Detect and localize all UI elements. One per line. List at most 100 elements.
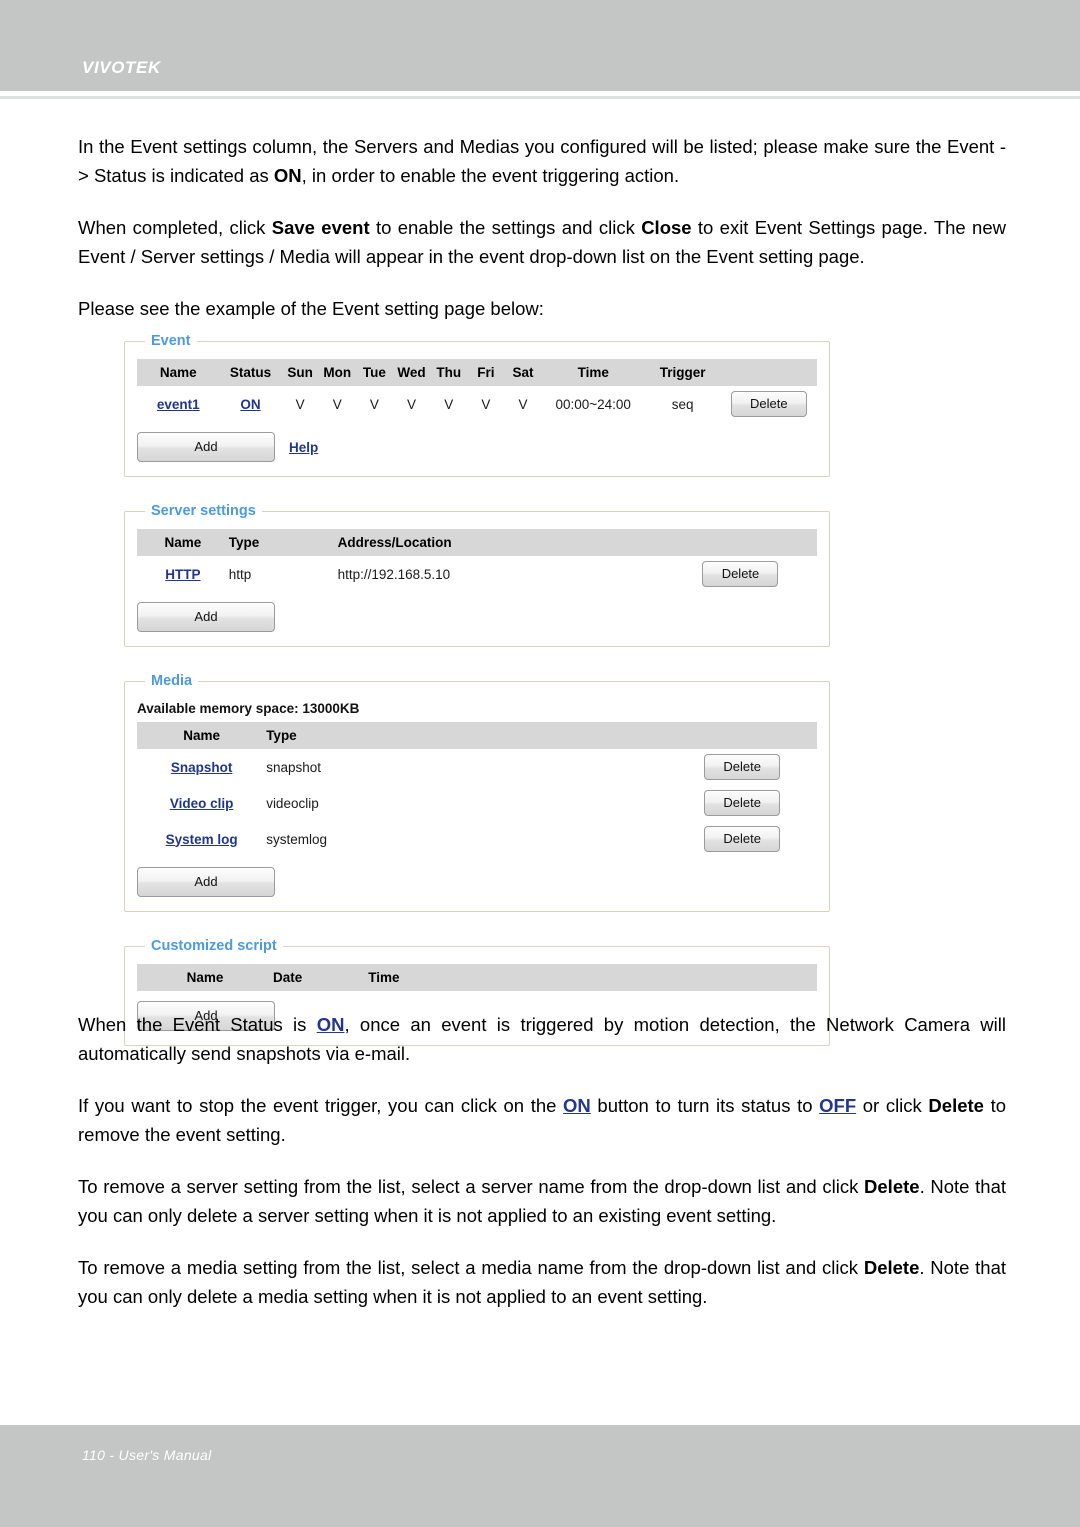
script-table-header-row: Name Date Time <box>137 964 817 991</box>
server-name-link[interactable]: HTTP <box>165 567 200 582</box>
event-row-thu: V <box>444 396 454 412</box>
paragraph-5-part-b: button to turn its status to <box>590 1095 820 1116</box>
event-col-sat: Sat <box>504 359 542 386</box>
event-row-name-cell: event1 <box>137 386 220 422</box>
paragraph-4-part-a: When the Event Status is <box>78 1014 317 1035</box>
paragraph-7-delete: Delete <box>863 1257 920 1278</box>
delete-button[interactable]: Delete <box>704 754 781 780</box>
paragraph-4-on: ON <box>316 1014 345 1035</box>
add-button[interactable]: Add <box>137 602 275 632</box>
available-memory-note: Available memory space: 13000KB <box>137 701 360 716</box>
paragraph-2-part-b: to enable the settings and click <box>369 217 642 238</box>
panel-event-legend: Event <box>151 333 191 349</box>
panel-server-settings: Server settings Name Type Address/Locati… <box>124 503 830 647</box>
media-col-name: Name <box>137 722 267 749</box>
media-row-spacer <box>416 749 668 785</box>
event-row-wed: V <box>407 396 417 412</box>
event-table-header-row: Name Status Sun Mon Tue Wed Thu Fri Sat … <box>137 359 817 386</box>
paragraph-5-part-a: If you want to stop the event trigger, y… <box>78 1095 564 1116</box>
paragraph-2-close: Close <box>641 217 692 238</box>
event-col-thu: Thu <box>430 359 468 386</box>
event-row-tue: V <box>369 396 379 412</box>
delete-button[interactable]: Delete <box>702 561 779 587</box>
event-row-mon: V <box>332 396 342 412</box>
event-col-time: Time <box>541 359 645 386</box>
table-row: event1 ON V V V V V V V 00:00~24:00 seq … <box>137 386 817 422</box>
paragraph-2-save-event: Save event <box>271 217 370 238</box>
media-table: Name Type Snapshot snapshot Delete Video… <box>137 722 817 857</box>
server-col-address: Address/Location <box>337 529 664 556</box>
event-col-mon: Mon <box>318 359 356 386</box>
media-row-name-cell: Snapshot <box>137 749 266 785</box>
event-col-actions <box>720 359 817 386</box>
customized-script-table: Name Date Time <box>137 964 817 991</box>
media-row-spacer <box>416 785 668 821</box>
paragraph-5-part-c: or click <box>856 1095 929 1116</box>
paragraph-1-part-b: , in order to enable the event triggerin… <box>301 165 680 186</box>
panel-media-legend: Media <box>151 673 193 689</box>
header-divider <box>0 96 1080 99</box>
add-button[interactable]: Add <box>137 867 275 897</box>
paragraph-6-delete: Delete <box>864 1176 920 1197</box>
paragraph-1-on: ON <box>273 165 302 186</box>
server-row-name-cell: HTTP <box>137 556 229 592</box>
server-col-type: Type <box>228 529 338 556</box>
footer-page-label: 110 - User's Manual <box>82 1447 212 1463</box>
panel-event: Event Name Status Sun Mon Tue Wed Thu Fr… <box>124 333 830 477</box>
event-actions-row: Add Help <box>137 422 817 462</box>
delete-button[interactable]: Delete <box>704 790 781 816</box>
page-header: VIVOTEK <box>0 0 1080 91</box>
script-col-date: Date <box>273 964 369 991</box>
paragraph-5-off: OFF <box>819 1095 857 1116</box>
server-actions-row: Add <box>137 592 817 632</box>
event-row-sat: V <box>518 396 528 412</box>
table-row: Snapshot snapshot Delete <box>137 749 817 785</box>
add-button[interactable]: Add <box>137 432 275 462</box>
paragraph-5-delete: Delete <box>928 1095 984 1116</box>
page-footer: 110 - User's Manual <box>0 1425 1080 1527</box>
intro-text-block: In the Event settings column, the Server… <box>78 132 1006 323</box>
script-col-name: Name <box>137 964 273 991</box>
help-link[interactable]: Help <box>289 440 318 455</box>
media-table-header-row: Name Type <box>137 722 817 749</box>
event-col-trigger: Trigger <box>644 359 721 386</box>
event-row-actions: Delete <box>721 386 817 422</box>
panel-customized-script-legend: Customized script <box>151 938 277 954</box>
script-col-time: Time <box>368 964 817 991</box>
event-row-fri: V <box>481 396 491 412</box>
delete-button[interactable]: Delete <box>730 391 807 417</box>
paragraph-7: To remove a media setting from the list,… <box>78 1253 1006 1311</box>
server-settings-table: Name Type Address/Location HTTP http htt… <box>137 529 817 592</box>
media-row-actions: Delete <box>667 821 817 857</box>
brand-logo: VIVOTEK <box>82 58 161 77</box>
media-name-link[interactable]: Video clip <box>170 796 234 811</box>
outro-text-block: When the Event Status is ON, once an eve… <box>78 1010 1006 1311</box>
media-col-actions <box>667 722 817 749</box>
event-status-toggle[interactable]: ON <box>240 397 260 412</box>
paragraph-3: Please see the example of the Event sett… <box>78 298 544 319</box>
paragraph-2: When completed, click Save event to enab… <box>78 213 1006 271</box>
paragraph-7-part-a: To remove a media setting from the list,… <box>78 1257 864 1278</box>
event-name-link[interactable]: event1 <box>157 397 200 412</box>
server-row-actions: Delete <box>664 556 817 592</box>
media-row-type: snapshot <box>266 759 321 775</box>
event-col-sun: Sun <box>281 359 319 386</box>
table-row: HTTP http http://192.168.5.10 Delete <box>137 556 817 592</box>
event-settings-screenshot: Event Name Status Sun Mon Tue Wed Thu Fr… <box>124 333 830 1072</box>
media-row-type: systemlog <box>266 831 327 847</box>
panel-media: Media Available memory space: 13000KB Na… <box>124 673 830 912</box>
media-row-type: videoclip <box>266 795 319 811</box>
media-name-link[interactable]: System log <box>166 832 238 847</box>
paragraph-5-on: ON <box>563 1095 591 1116</box>
paragraph-5: If you want to stop the event trigger, y… <box>78 1091 1006 1149</box>
server-table-header-row: Name Type Address/Location <box>137 529 817 556</box>
event-row-status-cell: ON <box>220 386 282 422</box>
media-row-actions: Delete <box>667 785 817 821</box>
media-name-link[interactable]: Snapshot <box>171 760 233 775</box>
paragraph-1: In the Event settings column, the Server… <box>78 132 1006 190</box>
server-col-name: Name <box>137 529 229 556</box>
server-row-type: http <box>228 566 252 582</box>
server-col-actions <box>663 529 817 556</box>
delete-button[interactable]: Delete <box>704 826 781 852</box>
paragraph-4: When the Event Status is ON, once an eve… <box>78 1010 1006 1068</box>
